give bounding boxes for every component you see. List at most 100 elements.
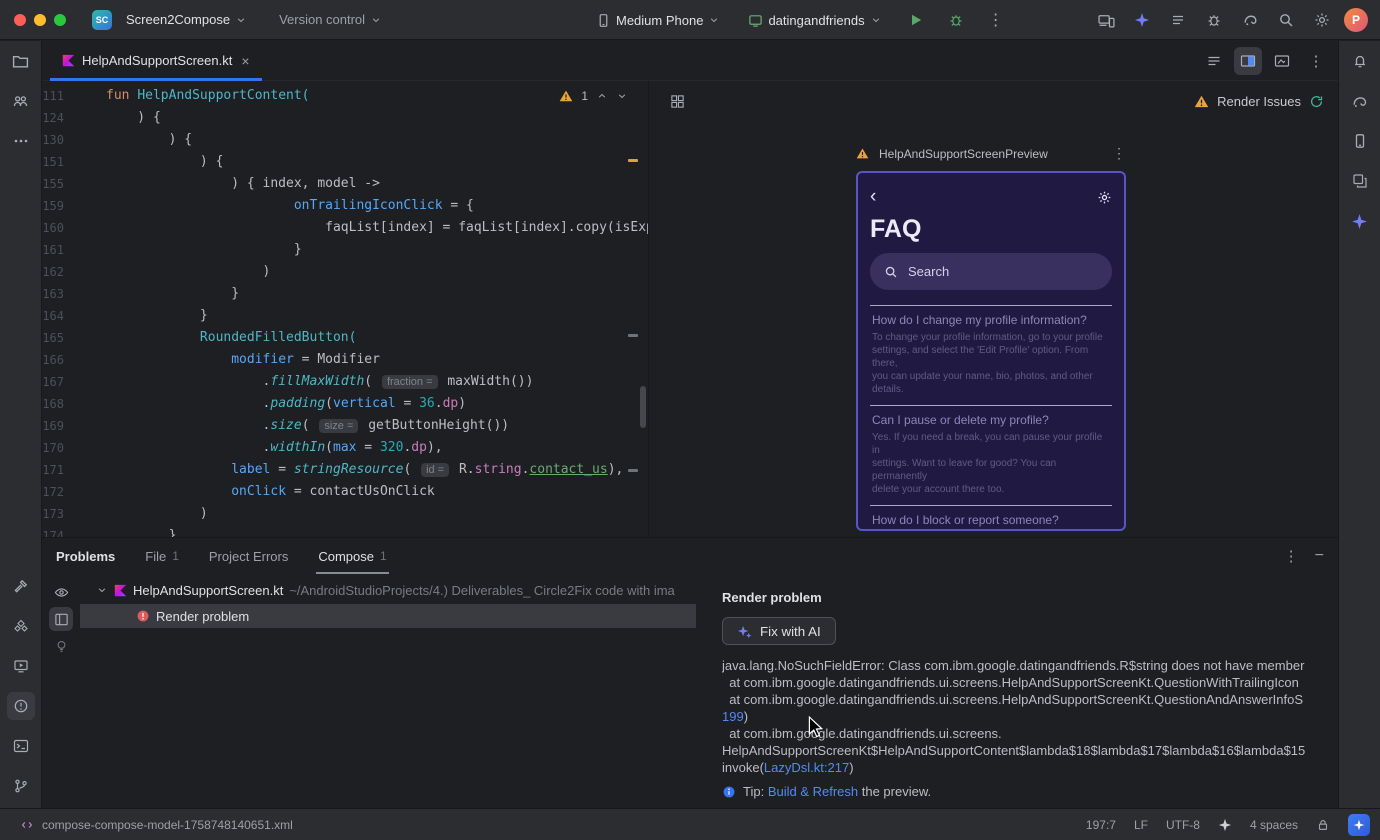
code-line[interactable]: 164 } <box>42 305 648 327</box>
build-refresh-link[interactable]: Build & Refresh <box>768 784 858 799</box>
refresh-icon[interactable] <box>1309 94 1324 109</box>
back-icon[interactable]: ‹ <box>870 187 876 206</box>
faq-item[interactable]: How do I block or report someone? <box>870 505 1112 529</box>
code-line[interactable]: 159 onTrailingIconClick = { <box>42 195 648 217</box>
editor-options-icon[interactable]: ⋮ <box>1302 47 1330 75</box>
running-devices-icon[interactable] <box>7 652 35 680</box>
preview-eye-icon[interactable] <box>49 580 73 604</box>
app-inspection-icon[interactable] <box>1200 6 1228 34</box>
zoom-window-button[interactable] <box>54 13 66 26</box>
vcs-widget[interactable]: Version control <box>271 8 390 31</box>
logcat-tool-icon[interactable] <box>7 612 35 640</box>
user-avatar[interactable]: P <box>1344 8 1368 32</box>
tab-file[interactable]: File 1 <box>145 538 179 574</box>
warning-stripe-mark[interactable] <box>628 159 638 162</box>
code-line[interactable]: 167 .fillMaxWidth( fraction = maxWidth()… <box>42 371 648 393</box>
panel-options-icon[interactable]: ⋮ <box>1284 547 1299 565</box>
fix-with-ai-button[interactable]: Fix with AI <box>722 617 836 645</box>
code-line[interactable]: 174 } <box>42 525 648 537</box>
debug-button[interactable] <box>942 6 970 34</box>
pull-requests-icon[interactable] <box>7 87 35 115</box>
lock-icon[interactable] <box>1316 818 1330 832</box>
more-actions-icon[interactable]: ⋮ <box>982 6 1010 34</box>
code-line[interactable]: 151 ) { <box>42 151 648 173</box>
faq-item[interactable]: Can I pause or delete my profile? Yes. If… <box>870 405 1112 505</box>
minimize-window-button[interactable] <box>34 13 46 26</box>
code-line[interactable]: 155 ) { index, model -> <box>42 173 648 195</box>
phone-preview[interactable]: ‹ FAQ Search How do I change my profile … <box>856 171 1126 531</box>
code-line[interactable]: 160 faqList[index] = faqList[index].copy… <box>42 217 648 239</box>
preview-layout-icon[interactable] <box>663 87 691 115</box>
chevron-up-icon[interactable] <box>596 90 608 102</box>
stack-trace-link[interactable]: 199 <box>722 709 744 724</box>
file-encoding[interactable]: UTF-8 <box>1166 818 1200 832</box>
editor-tab[interactable]: HelpAndSupportScreen.kt × <box>50 41 262 81</box>
chevron-down-icon[interactable] <box>616 90 628 102</box>
ai-sparkle-icon[interactable] <box>1218 818 1232 832</box>
render-issues-widget[interactable]: Render Issues <box>1194 94 1324 109</box>
more-tool-windows-icon[interactable] <box>7 127 35 155</box>
close-tab-icon[interactable]: × <box>241 53 249 69</box>
hide-panel-icon[interactable]: − <box>1315 547 1324 565</box>
notifications-icon[interactable] <box>1346 47 1374 75</box>
device-mirroring-icon[interactable] <box>1092 6 1120 34</box>
gemini-icon[interactable] <box>1128 6 1156 34</box>
code-line[interactable]: 161 } <box>42 239 648 261</box>
problems-tool-icon[interactable] <box>6 692 35 720</box>
faq-search-input[interactable]: Search <box>870 253 1112 290</box>
preview-options-icon[interactable]: ⋮ <box>1112 145 1126 162</box>
design-view-icon[interactable] <box>1268 47 1296 75</box>
run-button[interactable] <box>902 6 930 34</box>
indent-widget[interactable]: 4 spaces <box>1250 818 1298 832</box>
code-view-icon[interactable] <box>1200 47 1228 75</box>
problems-file-row[interactable]: HelpAndSupportScreen.kt ~/AndroidStudioP… <box>80 578 710 602</box>
code-line[interactable]: 165 RoundedFilledButton( <box>42 327 648 349</box>
caret-position[interactable]: 197:7 <box>1086 818 1116 832</box>
code-line[interactable]: 130 ) { <box>42 129 648 151</box>
code-line[interactable]: 173 ) <box>42 503 648 525</box>
terminal-icon[interactable] <box>7 732 35 760</box>
faq-item[interactable]: How do I change my profile information? T… <box>870 305 1112 405</box>
code-line[interactable]: 172 onClick = contactUsOnClick <box>42 481 648 503</box>
editor-scrollbar[interactable] <box>640 386 646 428</box>
gradle-icon[interactable] <box>1346 87 1374 115</box>
settings-gear-icon[interactable] <box>1097 190 1112 205</box>
line-ending[interactable]: LF <box>1134 818 1148 832</box>
project-tool-icon[interactable] <box>7 47 35 75</box>
code-line[interactable]: 168 .padding(vertical = 36.dp) <box>42 393 648 415</box>
stripe-mark[interactable] <box>628 469 638 472</box>
code-line[interactable]: 163 } <box>42 283 648 305</box>
close-window-button[interactable] <box>14 13 26 26</box>
resource-manager-icon[interactable] <box>1346 167 1374 195</box>
tab-project-errors[interactable]: Project Errors <box>209 538 288 574</box>
version-control-icon[interactable] <box>7 772 35 800</box>
gemini-tool-icon[interactable] <box>1346 207 1374 235</box>
profiler-icon[interactable] <box>1236 6 1264 34</box>
code-line[interactable]: 166 modifier = Modifier <box>42 349 648 371</box>
project-widget[interactable]: Screen2Compose <box>118 8 255 31</box>
code-line[interactable]: 124 ) { <box>42 107 648 129</box>
code-line[interactable]: 171 label = stringResource( id = R.strin… <box>42 459 648 481</box>
code-line[interactable]: 170 .widthIn(max = 320.dp), <box>42 437 648 459</box>
tab-compose[interactable]: Compose 1 <box>316 538 390 574</box>
run-configuration-selector[interactable]: datingandfriends <box>740 9 889 32</box>
statusbar-file-widget[interactable]: compose-compose-model-1758748140651.xml <box>20 818 293 832</box>
device-selector[interactable]: Medium Phone <box>588 9 728 32</box>
stripe-mark[interactable] <box>628 334 638 337</box>
chevron-down-icon[interactable] <box>96 584 108 596</box>
inspection-widget[interactable]: 1 <box>555 87 632 105</box>
settings-gear-icon[interactable] <box>1308 6 1336 34</box>
search-icon[interactable] <box>1272 6 1300 34</box>
device-manager-icon[interactable] <box>1346 127 1374 155</box>
quick-fix-bulb-icon[interactable] <box>49 634 73 658</box>
code-line[interactable]: 162 ) <box>42 261 648 283</box>
split-view-icon[interactable] <box>1234 47 1262 75</box>
build-icon[interactable] <box>7 572 35 600</box>
code-editor[interactable]: 111 fun HelpAndSupportContent(124 ) {130 … <box>42 81 648 537</box>
details-panel-icon[interactable] <box>49 607 73 631</box>
preview-header[interactable]: HelpAndSupportScreenPreview ⋮ <box>856 145 1126 162</box>
render-problem-row[interactable]: Render problem <box>80 604 696 628</box>
logcat-icon[interactable] <box>1164 6 1192 34</box>
stack-trace-link[interactable]: LazyDsl.kt:217 <box>764 760 849 775</box>
assistant-corner-badge[interactable] <box>1348 813 1370 836</box>
